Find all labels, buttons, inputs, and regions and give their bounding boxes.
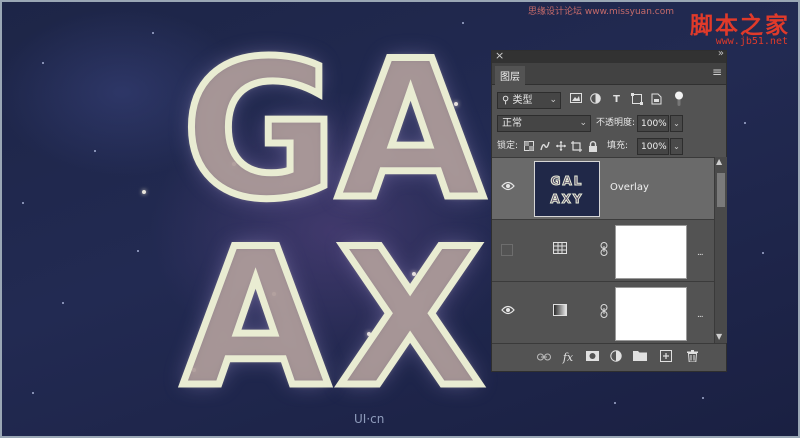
lock-label: 锁定: — [497, 141, 519, 151]
visibility-toggle-empty[interactable] — [501, 244, 513, 256]
scrollbar-thumb[interactable] — [717, 173, 725, 207]
new-group-icon[interactable] — [632, 350, 648, 366]
fill-label: 填充: — [607, 141, 629, 151]
image-filter-icon[interactable] — [569, 93, 582, 106]
lock-row: 锁定: 填充: 100% ⌄ — [492, 137, 726, 157]
scroll-up-icon[interactable]: ▲ — [716, 157, 722, 166]
opacity-field[interactable]: 100% — [637, 115, 669, 132]
panel-titlebar[interactable]: × » — [492, 48, 726, 63]
fill-field[interactable]: 100% — [637, 138, 669, 155]
close-icon[interactable]: × — [495, 49, 504, 62]
uicn-credit: UI·cn — [354, 412, 385, 426]
new-layer-icon[interactable] — [658, 350, 674, 366]
layers-scrollbar[interactable]: ▲ ▼ — [714, 157, 727, 343]
link-layers-icon[interactable] — [536, 350, 552, 366]
more-icon[interactable]: ... — [697, 248, 704, 258]
thumb-text-line: GAL — [550, 174, 584, 189]
star — [152, 32, 154, 34]
star — [744, 122, 746, 124]
star — [142, 190, 146, 194]
type-filter-icon[interactable]: T — [610, 93, 623, 106]
fill-dropdown-icon[interactable]: ⌄ — [670, 138, 683, 155]
lock-all-icon[interactable] — [586, 141, 599, 154]
search-icon: ⚲ — [502, 95, 510, 106]
visibility-eye-icon[interactable] — [500, 180, 516, 196]
star — [762, 252, 764, 254]
layer-mask-thumbnail[interactable] — [615, 225, 687, 279]
grid-adjustment-icon — [552, 242, 568, 258]
layer-row-gradient-map[interactable]: ... — [492, 282, 714, 343]
filter-toggle[interactable] — [672, 91, 685, 106]
layer-name[interactable]: Overlay — [610, 182, 649, 193]
layer-mask-thumbnail[interactable] — [615, 287, 687, 341]
adjustment-layer-icon[interactable] — [608, 350, 624, 366]
thumb-text-line: AXY — [550, 192, 584, 207]
artwork-letter: A — [178, 208, 332, 429]
layer-row-overlay[interactable]: GAL AXY Overlay — [492, 158, 714, 220]
opacity-dropdown-icon[interactable]: ⌄ — [670, 115, 683, 132]
panel-menu-icon[interactable]: ≡ — [712, 65, 722, 79]
panel-tab-row: 图层 ≡ — [492, 63, 726, 85]
star — [22, 202, 24, 204]
more-icon[interactable]: ... — [697, 310, 704, 320]
scroll-down-icon[interactable]: ▼ — [716, 332, 722, 341]
panel-footer: fx — [492, 343, 726, 371]
chain-link-icon[interactable] — [600, 304, 608, 321]
lock-position-icon[interactable] — [554, 141, 567, 154]
lock-image-icon[interactable] — [538, 141, 551, 154]
shape-filter-icon[interactable] — [630, 93, 643, 106]
star — [702, 397, 704, 399]
blend-mode-select[interactable]: 正常 ⌄ — [497, 115, 591, 132]
add-mask-icon[interactable] — [584, 350, 600, 366]
blend-mode-value: 正常 — [502, 118, 522, 129]
star — [32, 392, 34, 394]
tab-layers[interactable]: 图层 — [495, 66, 525, 85]
artwork-letter: G — [179, 20, 342, 241]
chain-link-icon[interactable] — [600, 242, 608, 259]
watermark-small: 思缘设计论坛 www.missyuan.com — [528, 7, 674, 17]
lock-transparent-icon[interactable] — [522, 141, 535, 154]
chevron-down-icon: ⌄ — [579, 118, 587, 128]
artwork-letter: X — [334, 208, 487, 429]
layer-row-grid-adjustment[interactable]: ... — [492, 220, 714, 282]
layers-panel: × » 图层 ≡ ⚲ 类型 ⌄ T 正常 ⌄ 不透明度: 100% ⌄ 锁定: … — [491, 48, 727, 372]
fx-button[interactable]: fx — [560, 350, 576, 366]
star — [614, 402, 616, 404]
star — [94, 150, 96, 152]
watermark-logo: 脚本之家 — [690, 12, 790, 39]
artwork-letter: A — [333, 20, 487, 241]
watermark-url: www.jb51.net — [715, 36, 788, 47]
lock-artboard-icon[interactable] — [570, 141, 583, 154]
adjustment-filter-icon[interactable] — [589, 93, 602, 106]
filter-kind-label: 类型 — [512, 95, 533, 106]
visibility-eye-icon[interactable] — [500, 304, 516, 320]
star — [42, 62, 44, 64]
layers-list: GAL AXY Overlay ... ... — [492, 157, 714, 343]
star — [62, 302, 64, 304]
opacity-label: 不透明度: — [596, 118, 636, 128]
blend-row: 正常 ⌄ 不透明度: 100% ⌄ — [492, 114, 726, 134]
collapse-icon[interactable]: » — [718, 48, 724, 59]
smart-object-filter-icon[interactable] — [650, 93, 663, 106]
star — [137, 250, 139, 252]
filter-row: ⚲ 类型 ⌄ T — [492, 91, 726, 111]
filter-kind-select[interactable]: ⚲ 类型 ⌄ — [497, 92, 561, 109]
layer-thumbnail[interactable]: GAL AXY — [534, 161, 600, 217]
gradient-map-icon — [552, 304, 568, 320]
chevron-down-icon: ⌄ — [549, 95, 557, 105]
delete-layer-icon[interactable] — [684, 350, 700, 366]
